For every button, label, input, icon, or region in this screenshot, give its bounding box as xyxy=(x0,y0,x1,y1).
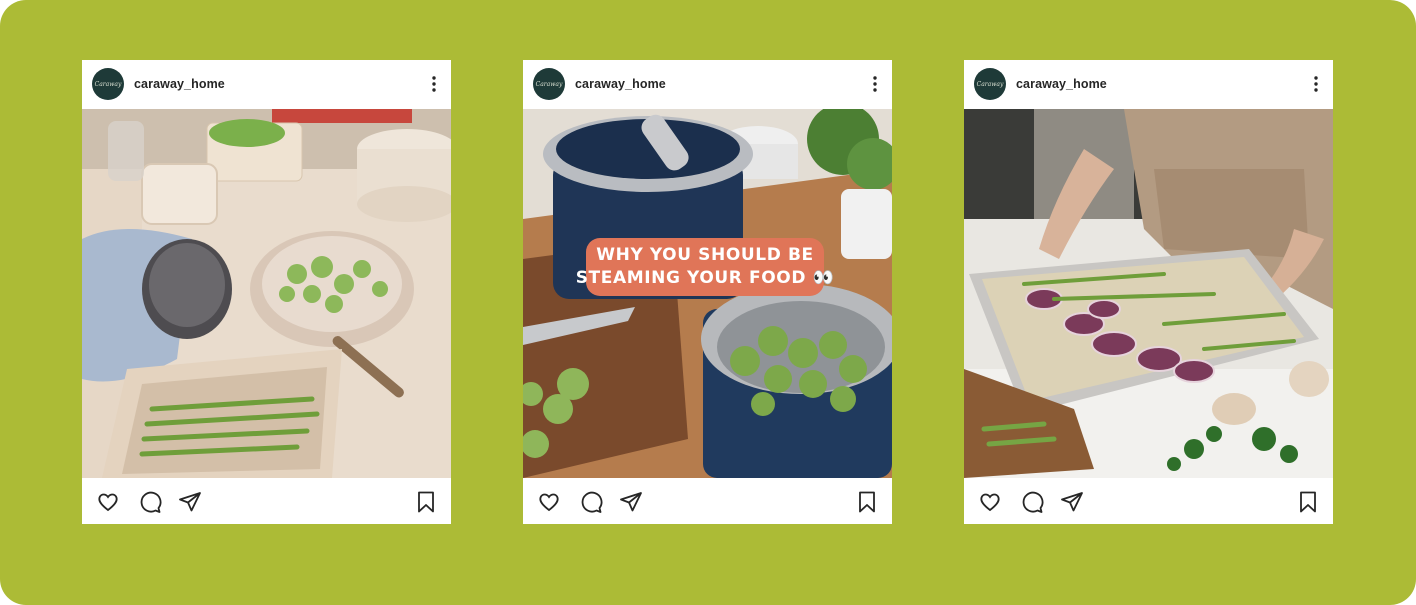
username[interactable]: caraway_home xyxy=(134,77,225,91)
instagram-post-2: Caraway caraway_home WHY YOU SHOULD BE S… xyxy=(523,60,892,524)
avatar[interactable]: Caraway xyxy=(533,68,565,100)
avatar-logo-text: Caraway xyxy=(94,80,122,88)
post-header: Caraway caraway_home xyxy=(964,60,1333,109)
instagram-post-1: Caraway caraway_home xyxy=(82,60,451,524)
post-photo[interactable]: WHY YOU SHOULD BE STEAMING YOUR FOOD 👀 xyxy=(523,109,892,478)
avatar-logo-text: Caraway xyxy=(535,80,563,88)
post-header: Caraway caraway_home xyxy=(523,60,892,109)
overlay-line-2: STEAMING YOUR FOOD 👀 xyxy=(575,268,835,288)
heart-icon[interactable] xyxy=(537,490,561,514)
username[interactable]: caraway_home xyxy=(1016,77,1107,91)
comment-icon[interactable] xyxy=(579,490,603,514)
more-icon[interactable] xyxy=(431,75,437,93)
post-actions xyxy=(82,478,451,524)
post-photo[interactable] xyxy=(82,109,451,478)
bookmark-icon[interactable] xyxy=(855,490,879,514)
background-panel: Caraway caraway_home Caraway caraway_hom… xyxy=(0,0,1416,605)
username[interactable]: caraway_home xyxy=(575,77,666,91)
overlay-caption: WHY YOU SHOULD BE STEAMING YOUR FOOD 👀 xyxy=(576,238,834,296)
avatar[interactable]: Caraway xyxy=(92,68,124,100)
post-actions xyxy=(523,478,892,524)
comment-icon[interactable] xyxy=(1020,490,1044,514)
share-icon[interactable] xyxy=(178,490,202,514)
bookmark-icon[interactable] xyxy=(1296,490,1320,514)
post-actions xyxy=(964,478,1333,524)
post-photo[interactable] xyxy=(964,109,1333,478)
instagram-post-3: Caraway caraway_home xyxy=(964,60,1333,524)
avatar-logo-text: Caraway xyxy=(976,80,1004,88)
avatar[interactable]: Caraway xyxy=(974,68,1006,100)
bookmark-icon[interactable] xyxy=(414,490,438,514)
heart-icon[interactable] xyxy=(978,490,1002,514)
comment-icon[interactable] xyxy=(138,490,162,514)
post-header: Caraway caraway_home xyxy=(82,60,451,109)
more-icon[interactable] xyxy=(872,75,878,93)
share-icon[interactable] xyxy=(619,490,643,514)
more-icon[interactable] xyxy=(1313,75,1319,93)
heart-icon[interactable] xyxy=(96,490,120,514)
share-icon[interactable] xyxy=(1060,490,1084,514)
overlay-line-1: WHY YOU SHOULD BE xyxy=(596,245,814,265)
